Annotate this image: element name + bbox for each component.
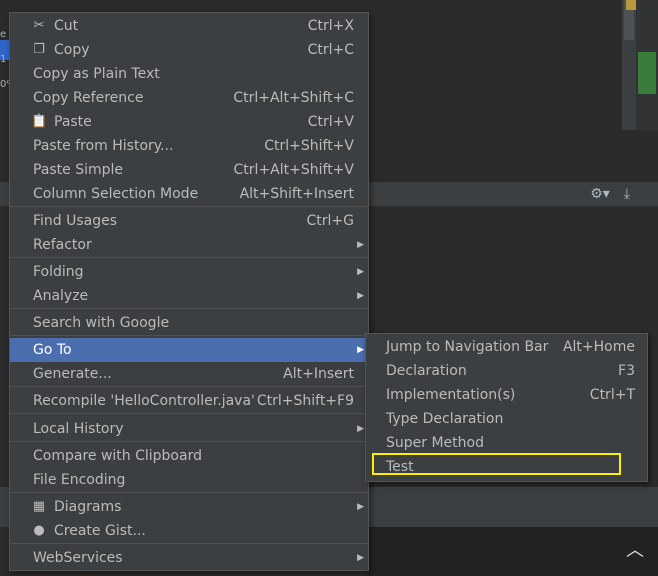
menu-item-label: Copy bbox=[54, 42, 90, 58]
menu-item-search-with-google[interactable]: Search with Google bbox=[10, 311, 368, 335]
menu-item-label: File Encoding bbox=[33, 472, 126, 488]
menu-separator bbox=[10, 335, 368, 336]
menu-item-label: Copy as Plain Text bbox=[33, 66, 160, 82]
menu-item-label: Find Usages bbox=[33, 213, 118, 229]
scissors-icon: ✂ bbox=[33, 18, 45, 33]
menu-item-shortcut: Alt+Insert bbox=[283, 366, 354, 382]
submenu-item-type-declaration[interactable]: Type Declaration bbox=[366, 407, 647, 431]
menu-item-find-usages[interactable]: Find Usages Ctrl+G bbox=[10, 209, 368, 233]
menu-item-shortcut: Ctrl+Alt+Shift+V bbox=[233, 162, 354, 178]
menu-item-shortcut: Ctrl+V bbox=[307, 114, 354, 130]
menu-item-paste-from-history[interactable]: Paste from History... Ctrl+Shift+V bbox=[10, 134, 368, 158]
menu-item-label: Local History bbox=[33, 421, 124, 437]
menu-item-label: WebServices bbox=[33, 550, 123, 566]
submenu-item-shortcut: Alt+Home bbox=[562, 339, 635, 355]
menu-item-label: Refactor bbox=[33, 237, 92, 253]
menu-item-label: Paste from History... bbox=[33, 138, 174, 154]
menu-separator bbox=[10, 206, 368, 207]
submenu-item-label: Type Declaration bbox=[386, 411, 504, 427]
menu-separator bbox=[10, 441, 368, 442]
change-marker bbox=[638, 52, 656, 94]
menu-item-cut[interactable]: ✂ Cut Ctrl+X bbox=[10, 14, 368, 38]
submenu-item-super-method[interactable]: Super Method bbox=[366, 431, 647, 455]
submenu-arrow-icon: ▶ bbox=[357, 553, 364, 563]
submenu-arrow-icon: ▶ bbox=[357, 345, 364, 355]
submenu-item-label: Jump to Navigation Bar bbox=[386, 339, 549, 355]
menu-item-folding[interactable]: Folding ▶ bbox=[10, 260, 368, 284]
menu-item-label: Folding bbox=[33, 264, 84, 280]
highlight-annotation bbox=[372, 453, 621, 475]
submenu-item-shortcut: F3 bbox=[618, 363, 635, 379]
menu-item-label: Go To bbox=[33, 342, 72, 358]
submenu-arrow-icon: ▶ bbox=[357, 502, 364, 512]
menu-item-refactor[interactable]: Refactor ▶ bbox=[10, 233, 368, 257]
submenu-arrow-icon: ▶ bbox=[357, 291, 364, 301]
menu-item-copy[interactable]: ❐ Copy Ctrl+C bbox=[10, 38, 368, 62]
menu-item-copy-reference[interactable]: Copy Reference Ctrl+Alt+Shift+C bbox=[10, 86, 368, 110]
menu-item-compare-with-clipboard[interactable]: Compare with Clipboard bbox=[10, 444, 368, 468]
menu-item-diagrams[interactable]: ▦ Diagrams ▶ bbox=[10, 495, 368, 519]
menu-item-create-gist[interactable]: ● Create Gist... bbox=[10, 519, 368, 543]
menu-item-label: Search with Google bbox=[33, 315, 170, 331]
tool-window-actions: ⚙▾ ⤓ bbox=[590, 186, 630, 202]
menu-separator bbox=[10, 492, 368, 493]
submenu-item-shortcut: Ctrl+T bbox=[589, 387, 635, 403]
github-icon: ● bbox=[33, 523, 45, 538]
menu-item-shortcut: Ctrl+Shift+F9 bbox=[256, 393, 354, 409]
menu-item-paste-simple[interactable]: Paste Simple Ctrl+Alt+Shift+V bbox=[10, 158, 368, 182]
menu-separator bbox=[10, 386, 368, 387]
submenu-arrow-icon: ▶ bbox=[357, 267, 364, 277]
menu-item-shortcut: Ctrl+C bbox=[307, 42, 354, 58]
submenu-item-label: Super Method bbox=[386, 435, 484, 451]
menu-item-generate[interactable]: Generate... Alt+Insert bbox=[10, 362, 368, 386]
menu-item-column-selection-mode[interactable]: Column Selection Mode Alt+Shift+Insert bbox=[10, 182, 368, 206]
menu-item-label: Analyze bbox=[33, 288, 89, 304]
menu-item-shortcut: Ctrl+X bbox=[307, 18, 354, 34]
submenu-item-jump-to-navigation-bar[interactable]: Jump to Navigation Bar Alt+Home bbox=[366, 335, 647, 359]
menu-item-label: Paste Simple bbox=[33, 162, 124, 178]
menu-separator bbox=[10, 413, 368, 414]
menu-item-go-to[interactable]: Go To ▶ bbox=[10, 338, 368, 362]
menu-item-label: Create Gist... bbox=[54, 523, 146, 539]
menu-item-copy-as-plain-text[interactable]: Copy as Plain Text bbox=[10, 62, 368, 86]
menu-item-label: Recompile 'HelloController.java' bbox=[33, 393, 255, 409]
gear-icon[interactable]: ⚙▾ bbox=[590, 186, 610, 202]
menu-item-label: Cut bbox=[54, 18, 79, 34]
submenu-item-label: Declaration bbox=[386, 363, 467, 379]
submenu-item-label: Implementation(s) bbox=[386, 387, 516, 403]
submenu-item-declaration[interactable]: Declaration F3 bbox=[366, 359, 647, 383]
submenu-arrow-icon: ▶ bbox=[357, 424, 364, 434]
menu-item-webservices[interactable]: WebServices ▶ bbox=[10, 546, 368, 570]
menu-item-label: Compare with Clipboard bbox=[33, 448, 202, 464]
menu-item-label: Copy Reference bbox=[33, 90, 144, 106]
menu-item-recompile-hellocontroller-java[interactable]: Recompile 'HelloController.java' Ctrl+Shi… bbox=[10, 389, 368, 413]
submenu-item-implementation-s[interactable]: Implementation(s) Ctrl+T bbox=[366, 383, 647, 407]
diagrams-icon: ▦ bbox=[32, 499, 46, 514]
menu-item-shortcut: Ctrl+Alt+Shift+C bbox=[233, 90, 354, 106]
menu-separator bbox=[10, 308, 368, 309]
paste-icon: 📋 bbox=[31, 114, 48, 129]
menu-item-shortcut: Ctrl+Shift+V bbox=[264, 138, 354, 154]
menu-separator bbox=[10, 257, 368, 258]
submenu-arrow-icon: ▶ bbox=[357, 240, 364, 250]
menu-item-shortcut: Alt+Shift+Insert bbox=[239, 186, 354, 202]
hide-icon[interactable]: ⤓ bbox=[624, 186, 630, 202]
menu-separator bbox=[10, 543, 368, 544]
menu-item-file-encoding[interactable]: File Encoding bbox=[10, 468, 368, 492]
bottom-panel bbox=[367, 527, 658, 576]
menu-item-analyze[interactable]: Analyze ▶ bbox=[10, 284, 368, 308]
menu-item-label: Paste bbox=[54, 114, 92, 130]
menu-item-label: Column Selection Mode bbox=[33, 186, 199, 202]
menu-item-paste[interactable]: 📋 Paste Ctrl+V bbox=[10, 110, 368, 134]
chevron-up-icon[interactable]: ︿ bbox=[626, 536, 644, 562]
context-menu: ✂ Cut Ctrl+X ❐ Copy Ctrl+C Copy as Plain Text C… bbox=[9, 12, 369, 571]
warning-marker bbox=[626, 0, 636, 10]
menu-item-label: Generate... bbox=[33, 366, 112, 382]
menu-item-label: Diagrams bbox=[54, 499, 122, 515]
copy-icon: ❐ bbox=[33, 42, 45, 57]
menu-item-local-history[interactable]: Local History ▶ bbox=[10, 417, 368, 441]
menu-item-shortcut: Ctrl+G bbox=[306, 213, 355, 229]
